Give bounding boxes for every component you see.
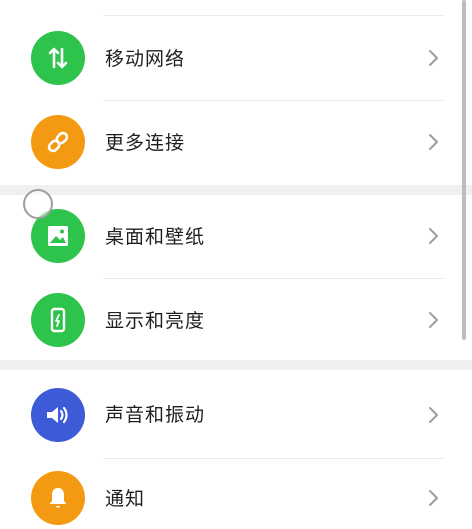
- settings-item-display-brightness[interactable]: 显示和亮度: [0, 279, 472, 363]
- settings-item-sound-vibration[interactable]: 声音和振动: [0, 370, 472, 454]
- bell-icon: [31, 471, 85, 525]
- divider: [103, 15, 444, 16]
- settings-item-label: 通知: [105, 488, 146, 510]
- settings-item-label: 桌面和壁纸: [105, 226, 206, 248]
- settings-item-mobile-network[interactable]: 移动网络: [0, 17, 472, 101]
- chevron-right-icon: [429, 50, 438, 66]
- mobile-data-arrows-icon: [31, 31, 85, 85]
- settings-screen: 移动网络 更多连接 桌面和壁纸 显示和亮度 声音和振动 通知: [0, 0, 472, 529]
- link-chain-icon: [31, 115, 85, 169]
- chevron-right-icon: [429, 228, 438, 244]
- settings-group-network: 移动网络 更多连接: [0, 0, 472, 185]
- settings-item-label: 移动网络: [105, 48, 186, 70]
- settings-item-top-partial[interactable]: [0, 0, 472, 14]
- settings-item-label: 显示和亮度: [105, 310, 206, 332]
- settings-item-label: 更多连接: [105, 132, 186, 154]
- scrollbar[interactable]: [462, 0, 466, 340]
- settings-group-display: 桌面和壁纸 显示和亮度: [0, 195, 472, 360]
- chevron-right-icon: [429, 134, 438, 150]
- speaker-volume-icon: [31, 388, 85, 442]
- settings-item-home-wallpaper[interactable]: 桌面和壁纸: [0, 195, 472, 279]
- settings-item-more-connections[interactable]: 更多连接: [0, 101, 472, 185]
- chevron-right-icon: [429, 407, 438, 423]
- settings-item-label: 声音和振动: [105, 404, 206, 426]
- settings-group-sound: 声音和振动 通知: [0, 370, 472, 529]
- display-brightness-icon: [31, 293, 85, 347]
- chevron-right-icon: [429, 312, 438, 328]
- touch-indicator: [23, 189, 53, 219]
- chevron-right-icon: [429, 490, 438, 506]
- settings-item-notifications[interactable]: 通知: [0, 459, 472, 529]
